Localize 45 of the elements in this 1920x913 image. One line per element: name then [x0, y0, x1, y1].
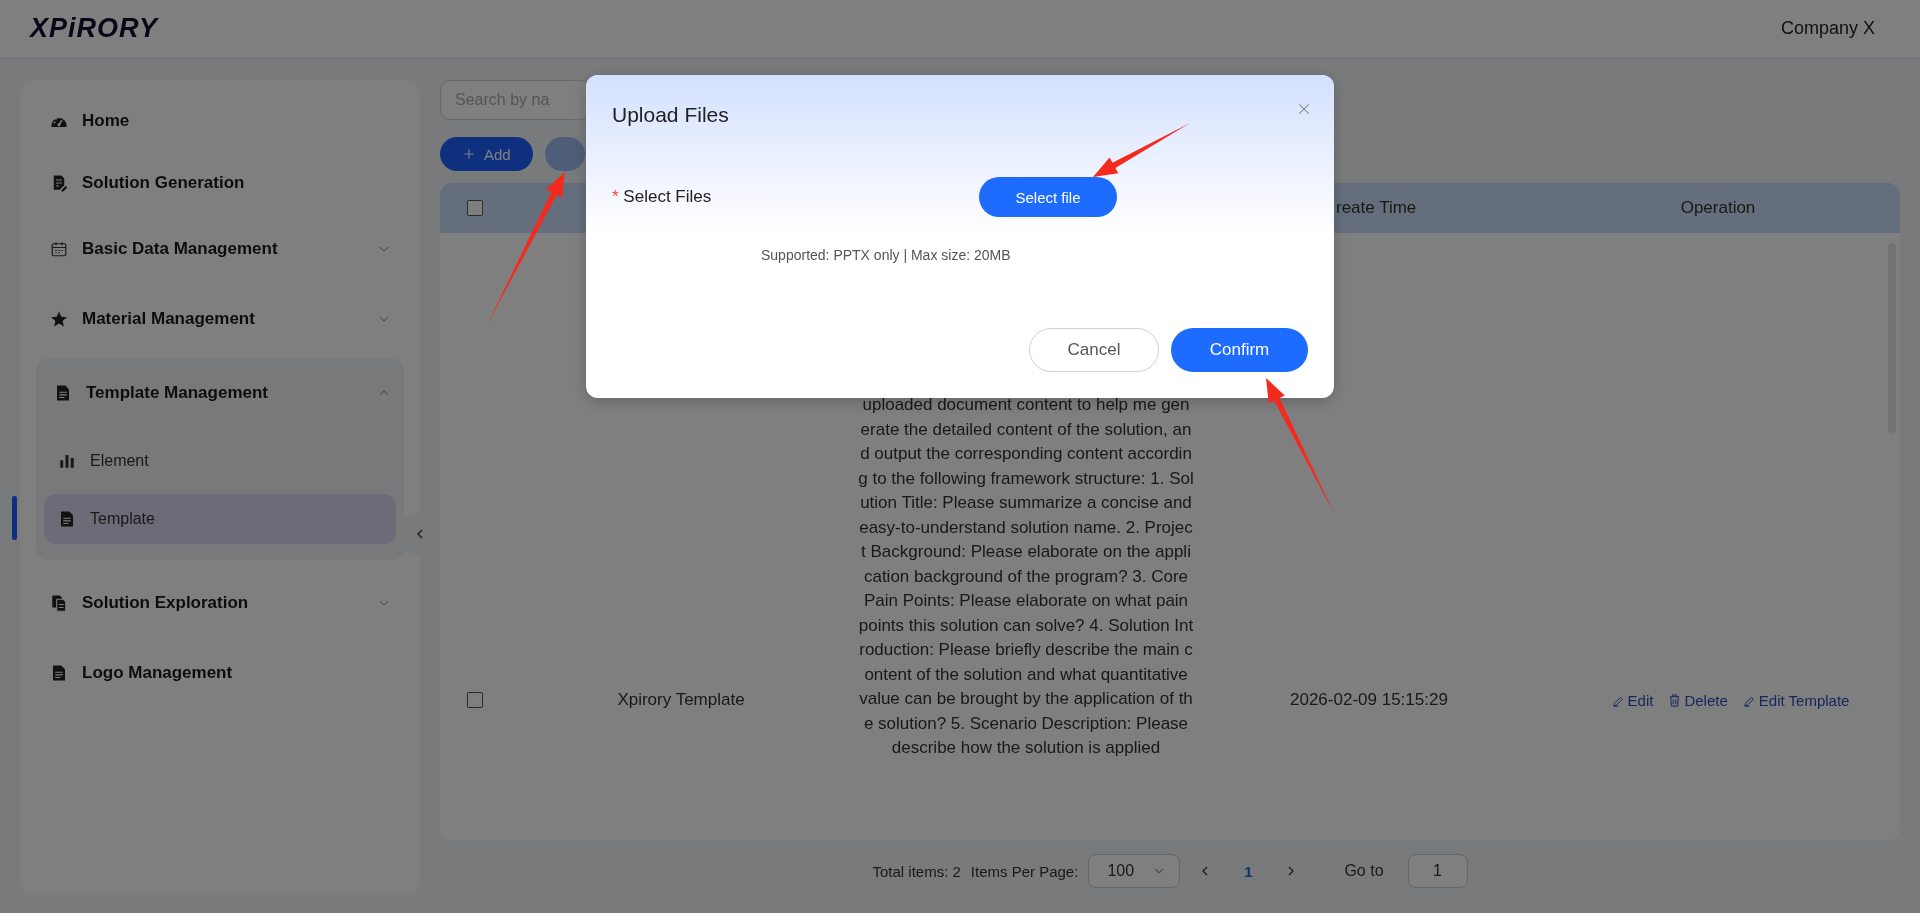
delete-link[interactable]: Delete [1667, 692, 1728, 709]
sidebar-item[interactable]: Basic Data Management [20, 214, 420, 284]
table-cell-text: 2026-02-09 15:15:29 [1289, 690, 1448, 710]
page-size-label: Items Per Page: [970, 862, 1079, 880]
field-label: * Select Files [612, 187, 713, 207]
table-cell: Xpirory Template [617, 690, 745, 710]
upload-hint: Supported: PPTX only | Max size: 20MB [761, 247, 1011, 263]
sidebar-item[interactable]: Material Management [20, 284, 420, 354]
close-icon[interactable] [1296, 101, 1312, 117]
calendar-icon [50, 240, 68, 258]
sidebar-item[interactable]: Template Management [36, 358, 404, 428]
confirm-button[interactable]: Confirm [1171, 328, 1308, 372]
sidebar-item[interactable]: Logo Management [20, 638, 420, 708]
files-icon [50, 594, 68, 612]
row-checkbox[interactable] [467, 692, 483, 708]
go-to-label: Go to [1344, 862, 1384, 880]
select-file-button[interactable]: Select file [979, 177, 1117, 217]
company-name[interactable]: Company X [1780, 18, 1875, 39]
page-number[interactable]: 1 [1230, 862, 1267, 880]
active-indicator [12, 496, 17, 540]
document-icon [58, 510, 76, 528]
sidebar-item[interactable]: Home [20, 90, 420, 152]
cancel-button[interactable]: Cancel [1029, 328, 1159, 372]
column-header: reate Time [1335, 198, 1418, 218]
select-all-checkbox[interactable] [467, 200, 483, 216]
logo[interactable]: XPiRORY [30, 13, 159, 44]
document-icon [50, 664, 68, 682]
submenu-item[interactable]: Element [44, 436, 396, 486]
required-mark: * [612, 187, 619, 206]
edit-link[interactable]: Edit Template [1741, 692, 1850, 709]
star-icon [50, 310, 68, 328]
sidebar-item[interactable]: Solution Generation [20, 152, 420, 214]
page-jump-field[interactable]: 1 [1407, 854, 1468, 888]
page-size-select[interactable]: 100 [1088, 854, 1181, 888]
sidebar-item[interactable]: Solution Exploration [20, 568, 420, 638]
total-count: Total items: 2 [872, 862, 961, 880]
add-button[interactable]: Add [440, 137, 533, 171]
edit-link[interactable]: Edit [1610, 692, 1654, 709]
table-cell-text: uploaded document content to help me generate the detailed content of the solution, and output the corresponding content according to the following framework structure: 1. Solution Title: Please summarize a concise and easy-to-understand solution name. 2. Project Background: Please elaborate on the application background of the program? 3. Core Pain Points: Please elaborate on what pain points this solution can solve? 4. Solution Introduction: Please briefly describe the main content of the solution and what quantitative value can be brought by the application of the solution? 5. Scenario Description: Please describe how the solution is applied [857, 394, 1195, 759]
column-header: Operation [1680, 198, 1756, 218]
toolbar-button[interactable] [544, 137, 585, 171]
plus-icon [462, 147, 476, 161]
document-icon [54, 384, 72, 402]
bar-chart-icon [58, 452, 76, 470]
dialog-title: Upload Files [612, 103, 729, 127]
